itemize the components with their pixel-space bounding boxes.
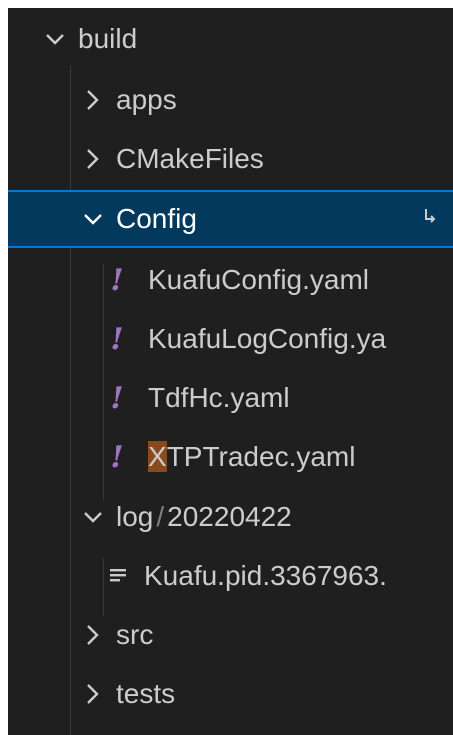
tree-item-config[interactable]: Config (8, 190, 453, 248)
tree-item-label: CMakeFiles (116, 143, 264, 174)
chevron-down-icon (80, 504, 106, 530)
chevron-right-icon (80, 622, 106, 648)
corner-arrow-icon (423, 207, 437, 231)
tree-item-label: TdfHc.yaml (148, 382, 290, 413)
tree-item-apps[interactable]: apps (8, 71, 453, 129)
file-explorer: build apps CMakeFiles Config ! KuafuConf… (8, 8, 453, 735)
tree-item-label: log/20220422 (116, 501, 292, 533)
tree-file-xtptradec[interactable]: ! XTPTradec.yaml (8, 428, 453, 486)
tree-file-kuafuconfig[interactable]: ! KuafuConfig.yaml (8, 251, 453, 309)
yaml-file-icon: ! (110, 439, 124, 475)
tree-file-kuafu-pid[interactable]: Kuafu.pid.3367963. (8, 547, 453, 605)
tree-item-label: build (78, 23, 138, 54)
tree-item-label-rest: TPTradec.yaml (166, 441, 356, 472)
tree-item-label: tests (116, 678, 176, 709)
tree-item-cmakefiles[interactable]: CMakeFiles (8, 130, 453, 188)
chevron-down-icon (80, 206, 106, 232)
text-file-icon (108, 566, 130, 586)
yaml-file-icon: ! (110, 321, 124, 357)
chevron-right-icon (80, 146, 106, 172)
search-highlight: X (148, 441, 167, 472)
tree-item-label: Config (116, 203, 197, 234)
folder-name-log: log (116, 501, 154, 532)
tree-item-label: KuafuConfig.yaml (148, 264, 370, 295)
tree-item-label: src (116, 619, 154, 650)
tree-item-label: Kuafu.pid.3367963. (144, 560, 387, 591)
folder-name-date: 20220422 (167, 501, 292, 532)
chevron-down-icon (42, 26, 68, 52)
tree-item-build[interactable]: build (8, 10, 453, 68)
tree-item-tests[interactable]: tests (8, 665, 453, 723)
chevron-right-icon (80, 87, 106, 113)
tree-item-log[interactable]: log/20220422 (8, 488, 453, 546)
chevron-right-icon (80, 681, 106, 707)
tree-item-label: apps (116, 84, 177, 115)
tree-item-label: KuafuLogConfig.ya (148, 323, 387, 354)
tree-item-label: XTPTradec.yaml (148, 441, 355, 473)
yaml-file-icon: ! (110, 262, 124, 298)
yaml-file-icon: ! (110, 380, 124, 416)
path-separator: / (156, 501, 165, 532)
tree-item-src[interactable]: src (8, 606, 453, 664)
tree-file-kuafulogconfig[interactable]: ! KuafuLogConfig.ya (8, 310, 453, 368)
tree-file-tdfhc[interactable]: ! TdfHc.yaml (8, 369, 453, 427)
